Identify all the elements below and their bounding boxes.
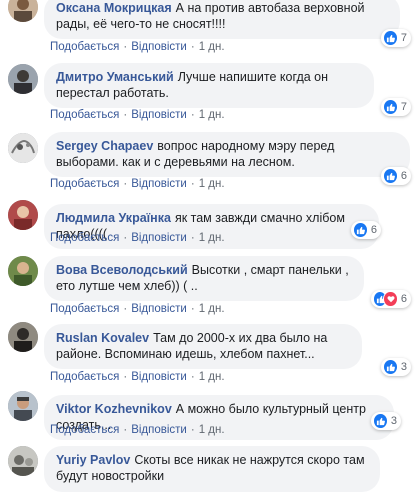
- comment-age[interactable]: 1 дн.: [199, 371, 225, 383]
- like-link[interactable]: Подобається: [50, 303, 119, 315]
- reply-link[interactable]: Відповісти: [131, 178, 187, 190]
- separator: ·: [190, 178, 195, 190]
- reaction-count: 7: [400, 101, 407, 113]
- separator: ·: [123, 178, 128, 190]
- comment-bubble: Sergey Chapaev вопрос народному мэру пере…: [44, 132, 410, 177]
- comment-actions: Подобається · Відповісти · 1 дн.: [50, 231, 225, 245]
- avatar[interactable]: [8, 391, 38, 421]
- avatar[interactable]: [8, 446, 38, 476]
- comment-author[interactable]: Дмитро Уманський: [56, 70, 174, 84]
- comment-age[interactable]: 1 дн.: [199, 424, 225, 436]
- like-link[interactable]: Подобається: [50, 109, 119, 121]
- separator: ·: [123, 424, 128, 436]
- comment-actions: Подобається · Відповісти · 1 дн.: [50, 423, 225, 437]
- comment-author[interactable]: Sergey Chapaev: [56, 139, 153, 153]
- like-link[interactable]: Подобається: [50, 424, 119, 436]
- comment-bubble: Вова Всеволодський Высотки , смарт панель…: [44, 256, 364, 301]
- avatar[interactable]: [8, 256, 38, 286]
- separator: ·: [123, 232, 128, 244]
- comment-actions: Подобається · Відповісти · 1 дн.: [50, 177, 225, 191]
- reaction-summary[interactable]: 6: [381, 167, 411, 185]
- reaction-summary[interactable]: 6: [351, 221, 381, 239]
- reply-link[interactable]: Відповісти: [131, 424, 187, 436]
- reaction-count: 6: [370, 224, 377, 236]
- comment-actions: Подобається · Відповісти · 1 дн.: [50, 370, 225, 384]
- reply-link[interactable]: Відповісти: [131, 232, 187, 244]
- reaction-count: 6: [400, 170, 407, 182]
- reaction-summary[interactable]: 7: [381, 98, 411, 116]
- love-icon: [383, 291, 398, 307]
- reaction-count: 3: [390, 415, 397, 427]
- comment-author[interactable]: Людмила Українка: [56, 211, 171, 225]
- like-link[interactable]: Подобається: [50, 41, 119, 53]
- avatar[interactable]: [8, 200, 38, 230]
- avatar[interactable]: [8, 322, 38, 352]
- reaction-count: 3: [400, 361, 407, 373]
- reaction-count: 6: [400, 293, 407, 305]
- comment-author[interactable]: Ruslan Kovalev: [56, 331, 149, 345]
- separator: ·: [190, 232, 195, 244]
- comment-age[interactable]: 1 дн.: [199, 109, 225, 121]
- like-link[interactable]: Подобається: [50, 178, 119, 190]
- comment-author[interactable]: Yuriy Pavlov: [56, 453, 130, 467]
- like-icon: [373, 413, 388, 429]
- reaction-summary[interactable]: 3: [381, 358, 411, 376]
- like-icon: [383, 168, 398, 184]
- like-link[interactable]: Подобається: [50, 371, 119, 383]
- reaction-summary[interactable]: 6: [371, 290, 411, 308]
- comment-age[interactable]: 1 дн.: [199, 178, 225, 190]
- avatar[interactable]: [8, 64, 38, 94]
- reply-link[interactable]: Відповісти: [131, 371, 187, 383]
- separator: ·: [123, 41, 128, 53]
- comment-age[interactable]: 1 дн.: [199, 41, 225, 53]
- like-icon: [353, 222, 368, 238]
- comment-actions: Подобається · Відповісти · 1 дн.: [50, 108, 225, 122]
- reaction-summary[interactable]: 3: [371, 412, 401, 430]
- comment-age[interactable]: 1 дн.: [199, 232, 225, 244]
- separator: ·: [190, 109, 195, 121]
- separator: ·: [190, 424, 195, 436]
- reply-link[interactable]: Відповісти: [131, 41, 187, 53]
- like-icon: [383, 359, 398, 375]
- reaction-summary[interactable]: 7: [381, 29, 411, 47]
- comment-author[interactable]: Вова Всеволодський: [56, 263, 188, 277]
- like-icon: [383, 30, 398, 46]
- separator: ·: [190, 41, 195, 53]
- comment-bubble: Ruslan Kovalev Там до 2000-х их два было …: [44, 324, 362, 369]
- like-icon: [383, 99, 398, 115]
- separator: ·: [190, 371, 195, 383]
- avatar[interactable]: [8, 133, 38, 163]
- reaction-count: 7: [400, 32, 407, 44]
- comment-age[interactable]: 1 дн.: [199, 303, 225, 315]
- comment-bubble: Дмитро Уманський Лучше напишите когда он …: [44, 63, 374, 108]
- like-link[interactable]: Подобається: [50, 232, 119, 244]
- reply-link[interactable]: Відповісти: [131, 109, 187, 121]
- comment-actions: Подобається · Відповісти · 1 дн.: [50, 40, 225, 54]
- comment-author[interactable]: Viktor Kozhevnikov: [56, 402, 172, 416]
- avatar[interactable]: [8, 0, 38, 22]
- comment-bubble: Оксана Мокрицкая А на против автобаза вер…: [44, 0, 400, 39]
- comment-actions: Подобається · Відповісти · 1 дн.: [50, 302, 225, 316]
- reply-link[interactable]: Відповісти: [131, 303, 187, 315]
- separator: ·: [190, 303, 195, 315]
- comment-bubble: Yuriy Pavlov Скоты все никак не нажрутся …: [44, 446, 380, 492]
- separator: ·: [123, 303, 128, 315]
- separator: ·: [123, 371, 128, 383]
- separator: ·: [123, 109, 128, 121]
- comment-author[interactable]: Оксана Мокрицкая: [56, 1, 172, 15]
